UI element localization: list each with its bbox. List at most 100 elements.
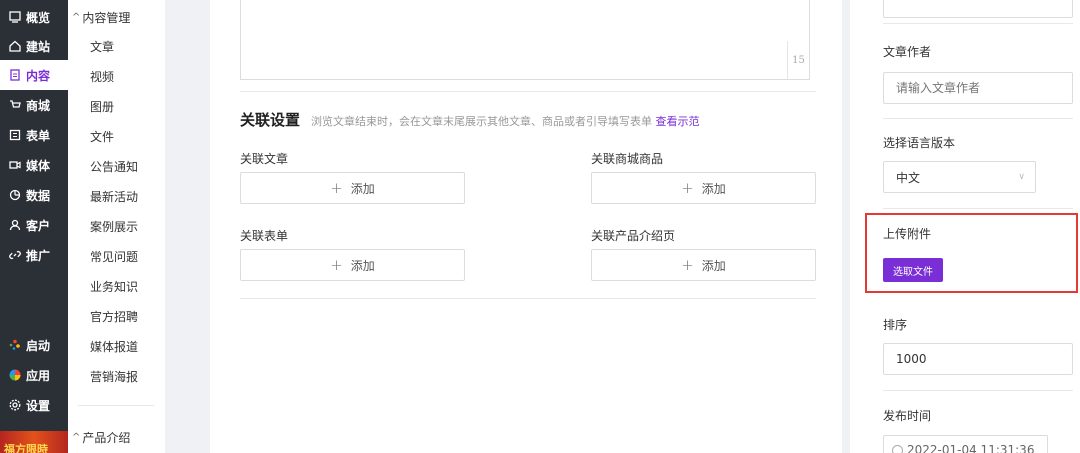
document-icon (8, 69, 21, 82)
video-icon (8, 159, 21, 172)
field-label: 关联表单 (240, 229, 289, 243)
divider (78, 405, 154, 406)
author-label: 文章作者 (883, 45, 932, 59)
section-description: 浏览文章结束时，会在文章末尾展示其他文章、商品或者引导填写表单 查看示范 (311, 113, 700, 129)
chevron-up-icon: ^ (72, 432, 81, 443)
language-value: 中文 (896, 170, 921, 185)
divider (883, 208, 1073, 209)
cart-icon (8, 99, 21, 112)
button-label: 添加 (350, 258, 375, 273)
add-related-product-button[interactable]: + 添加 (591, 172, 816, 204)
nav-item-media[interactable]: 媒体 (0, 150, 68, 180)
chart-icon (8, 189, 21, 202)
field-label: 关联商城商品 (591, 152, 664, 166)
nav-label: 商城 (26, 98, 51, 113)
launch-icon (8, 339, 21, 352)
select-file-button[interactable]: 选取文件 (883, 258, 943, 282)
publish-time-label: 发布时间 (883, 409, 932, 423)
user-icon (8, 219, 21, 232)
field-label: 关联产品介绍页 (591, 229, 676, 243)
subnav-item-video[interactable]: 视频 (90, 68, 114, 85)
nav-label: 内容 (26, 68, 51, 83)
nav-label: 建站 (26, 39, 51, 54)
nav-item-overview[interactable]: 概览 (0, 2, 68, 32)
home-icon (8, 40, 21, 53)
nav-label: 启动 (26, 338, 51, 353)
author-input[interactable] (883, 72, 1073, 104)
button-label: 添加 (701, 258, 726, 273)
subnav-item-recruit[interactable]: 官方招聘 (90, 308, 138, 325)
apps-icon (8, 369, 21, 382)
nav-label: 概览 (26, 10, 51, 25)
promo-text: 福方限時 (4, 443, 48, 453)
field-label: 关联文章 (240, 152, 289, 166)
add-related-form-button[interactable]: + 添加 (240, 249, 465, 281)
add-related-product-page-button[interactable]: + 添加 (591, 249, 816, 281)
divider (240, 91, 816, 92)
nav-label: 推广 (26, 248, 51, 263)
form-icon (8, 129, 21, 142)
divider (883, 23, 1073, 24)
subnav-item-faq[interactable]: 常见问题 (90, 248, 138, 265)
nav-item-build[interactable]: 建站 (0, 31, 68, 61)
group-label: 产品介绍 (82, 431, 131, 445)
add-related-article-button[interactable]: + 添加 (240, 172, 465, 204)
language-label: 选择语言版本 (883, 136, 956, 150)
editor-textarea[interactable]: 15 (240, 0, 810, 80)
overview-icon (8, 11, 21, 24)
plus-icon: + (330, 256, 343, 274)
nav-label: 数据 (26, 188, 51, 203)
plus-icon: + (330, 179, 343, 197)
button-label: 添加 (701, 181, 726, 196)
subnav-item-article[interactable]: 文章 (90, 38, 114, 55)
divider (883, 390, 1073, 391)
nav-item-settings[interactable]: 设置 (0, 390, 68, 420)
promo-banner[interactable]: 福方限時 (0, 431, 68, 453)
sort-input[interactable]: 1000 (883, 343, 1073, 375)
language-select[interactable]: 中文 ∨ (883, 161, 1036, 193)
group-content-management[interactable]: ^ 内容管理 (72, 9, 130, 26)
clock-icon (892, 444, 903, 453)
subnav-item-poster[interactable]: 营销海报 (90, 368, 138, 385)
main-content: 15 关联设置 浏览文章结束时，会在文章末尾展示其他文章、商品或者引导填写表单 … (210, 0, 842, 453)
publish-time-picker[interactable]: 2022-01-04 11:31:36 (883, 435, 1048, 453)
link-icon (8, 249, 21, 262)
description-text: 浏览文章结束时，会在文章末尾展示其他文章、商品或者引导填写表单 (311, 115, 652, 128)
settings-icon (8, 399, 21, 412)
nav-item-shop[interactable]: 商城 (0, 90, 68, 120)
nav-item-customer[interactable]: 客户 (0, 210, 68, 240)
nav-item-launch[interactable]: 启动 (0, 330, 68, 360)
subnav-item-file[interactable]: 文件 (90, 128, 114, 145)
nav-label: 媒体 (26, 158, 51, 173)
secondary-sidebar: ^ 内容管理 文章 视频 图册 文件 公告通知 最新活动 案例展示 常见问题 业… (68, 0, 165, 453)
group-label: 内容管理 (82, 11, 131, 25)
plus-icon: + (681, 179, 694, 197)
sort-value: 1000 (896, 352, 927, 366)
nav-label: 表单 (26, 128, 51, 143)
subnav-item-activity[interactable]: 最新活动 (90, 188, 138, 205)
nav-item-promote[interactable]: 推广 (0, 240, 68, 270)
divider (883, 118, 1073, 119)
subnav-item-cases[interactable]: 案例展示 (90, 218, 138, 235)
subnav-item-press[interactable]: 媒体报道 (90, 338, 138, 355)
section-title: 关联设置 (240, 111, 301, 129)
nav-item-content[interactable]: 内容 (0, 60, 68, 90)
nav-item-apps[interactable]: 应用 (0, 360, 68, 390)
view-example-link[interactable]: 查看示范 (656, 115, 700, 128)
nav-item-form[interactable]: 表单 (0, 120, 68, 150)
publish-time-value: 2022-01-04 11:31:36 (907, 443, 1035, 453)
button-label: 添加 (350, 181, 375, 196)
divider (240, 298, 816, 299)
group-product-intro[interactable]: ^ 产品介绍 (72, 429, 130, 446)
plus-icon: + (681, 256, 694, 274)
subnav-item-knowledge[interactable]: 业务知识 (90, 278, 138, 295)
subnav-item-notice[interactable]: 公告通知 (90, 158, 138, 175)
sort-label: 排序 (883, 318, 908, 332)
nav-label: 设置 (26, 398, 51, 413)
nav-label: 应用 (26, 368, 51, 383)
previous-field[interactable] (883, 0, 1073, 18)
nav-item-data[interactable]: 数据 (0, 180, 68, 210)
chevron-up-icon: ^ (72, 12, 81, 23)
subnav-item-album[interactable]: 图册 (90, 98, 114, 115)
primary-sidebar: 概览 建站 内容 商城 表单 媒体 数据 客户 推广 启动 应用 设置 福方限時 (0, 0, 68, 453)
